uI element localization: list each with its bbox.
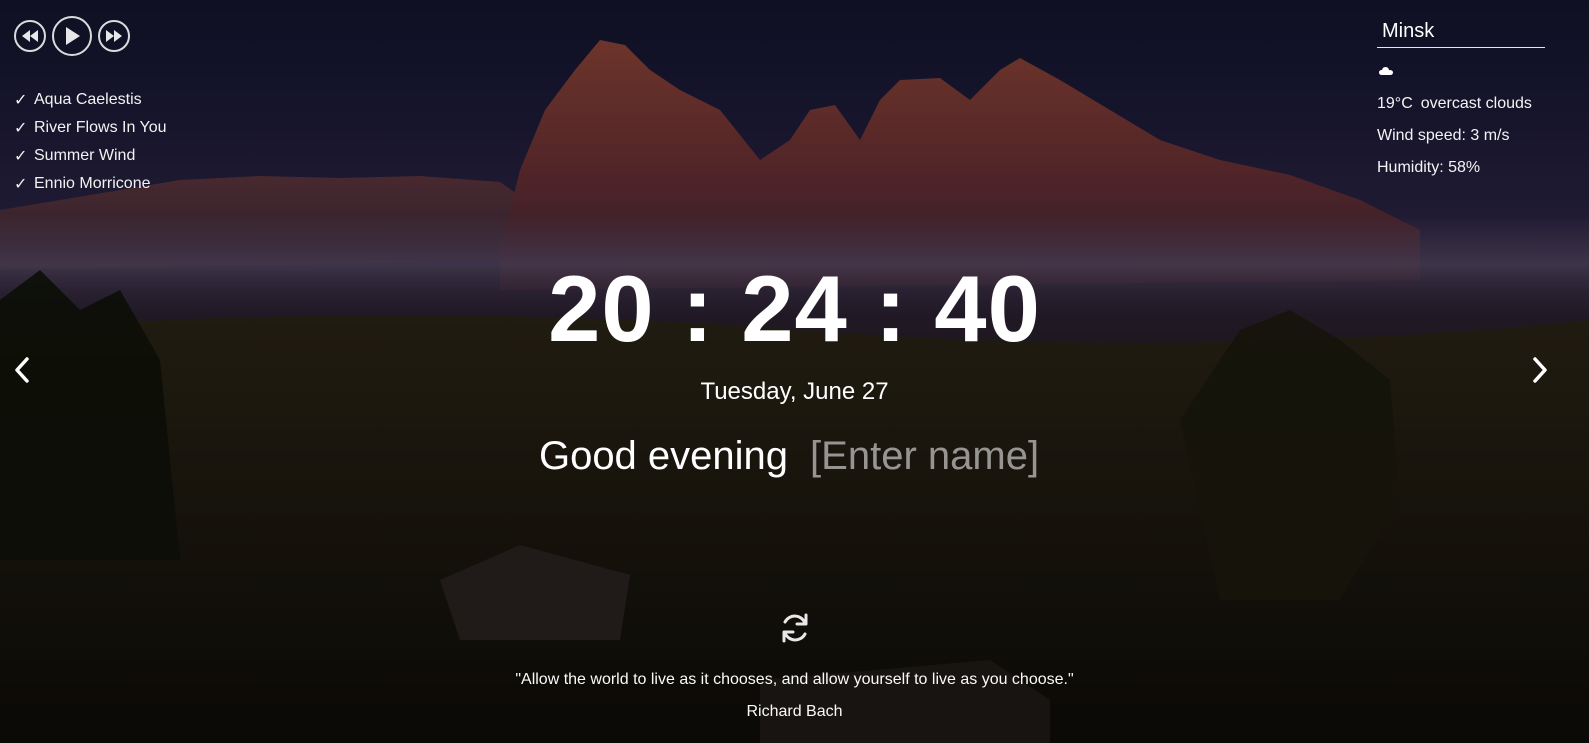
- rewind-icon: [22, 30, 38, 42]
- checkmark-icon: ✓: [14, 92, 28, 109]
- change-quote-button[interactable]: [777, 610, 813, 646]
- humidity: Humidity: 58%: [1377, 159, 1481, 176]
- play-icon: [66, 27, 80, 45]
- playlist-item[interactable]: ✓ River Flows In You: [14, 114, 167, 142]
- fast-forward-icon: [106, 30, 122, 42]
- track-title: Aqua Caelestis: [34, 91, 142, 108]
- temperature: 19°C: [1377, 95, 1413, 112]
- track-title: Ennio Morricone: [34, 175, 151, 192]
- play-button[interactable]: [52, 16, 92, 56]
- name-input[interactable]: [810, 434, 1051, 479]
- playlist-item[interactable]: ✓ Summer Wind: [14, 142, 167, 170]
- playlist: ✓ Aqua Caelestis ✓ River Flows In You ✓ …: [14, 86, 167, 198]
- track-title: River Flows In You: [34, 119, 167, 136]
- quote-text: "Allow the world to live as it chooses, …: [515, 671, 1074, 688]
- weather-description: overcast clouds: [1420, 95, 1532, 112]
- checkmark-icon: ✓: [14, 148, 28, 165]
- cloud-icon: [1379, 67, 1393, 75]
- track-title: Summer Wind: [34, 147, 136, 164]
- wind-speed: Wind speed: 3 m/s: [1377, 127, 1510, 144]
- audio-player: [14, 16, 130, 56]
- checkmark-icon: ✓: [14, 120, 28, 137]
- greeting-text: Good evening: [538, 434, 789, 478]
- playlist-item[interactable]: ✓ Ennio Morricone: [14, 170, 167, 198]
- weather-widget: 19°C overcast clouds Wind speed: 3 m/s Hu…: [1377, 16, 1547, 177]
- playlist-item[interactable]: ✓ Aqua Caelestis: [14, 86, 167, 114]
- refresh-icon: [782, 613, 808, 643]
- clock-date: Tuesday, June 27: [700, 378, 889, 405]
- city-input[interactable]: [1377, 16, 1545, 48]
- quote-author: Richard Bach: [746, 703, 843, 720]
- greeting-container: Good evening: [0, 434, 1589, 479]
- prev-track-button[interactable]: [14, 20, 46, 52]
- next-track-button[interactable]: [98, 20, 130, 52]
- checkmark-icon: ✓: [14, 176, 28, 193]
- weather-temperature-line: 19°C overcast clouds: [1377, 95, 1547, 113]
- clock-time: 20 : 24 : 40: [548, 256, 1041, 361]
